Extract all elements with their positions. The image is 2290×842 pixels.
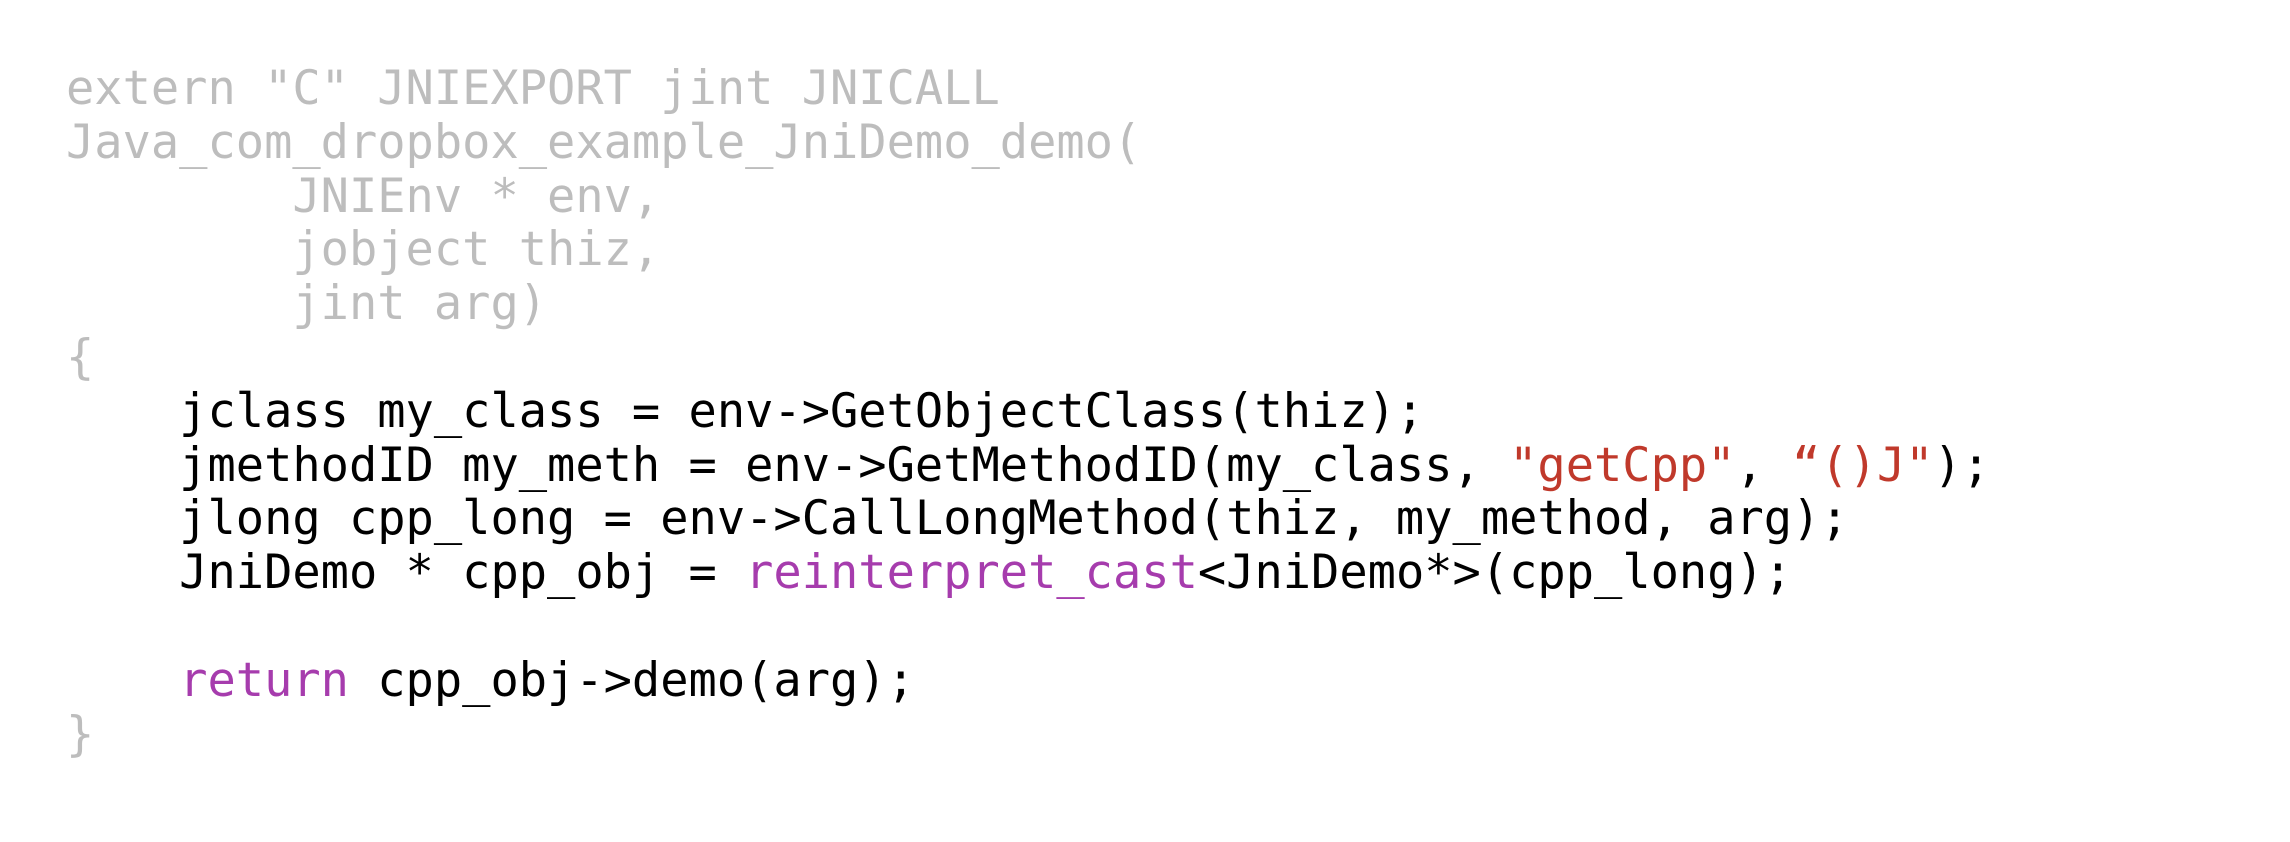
string-literal: "getCpp" [1509,437,1736,493]
code-segment: , [1735,437,1793,493]
code-snippet: extern "C" JNIEXPORT jint JNICALL Java_co… [66,62,1990,761]
keyword: reinterpret_cast [745,545,1198,601]
code-line-get-class: jclass my_class = env->GetObjectClass(th… [66,383,1425,439]
code-line-close-brace: } [66,706,95,762]
code-line-reinterpret-cast: JniDemo * cpp_obj = reinterpret_cast<Jni… [66,546,1990,600]
code-segment: JniDemo * cpp_obj = [66,545,746,601]
code-line-get-method-id: jmethodID my_meth = env->GetMethodID(my_… [66,437,1991,493]
code-segment: <JniDemo*>(cpp_long); [1197,545,1793,601]
code-line-open-brace: { [66,329,95,385]
code-segment: ); [1933,437,1991,493]
code-line-param-env: JNIEnv * env, [66,168,661,224]
code-line-return: return cpp_obj->demo(arg); [66,652,1990,708]
keyword: return [179,652,349,708]
code-segment: cpp_obj->demo(arg); [348,652,915,708]
code-line-signature-1: extern "C" JNIEXPORT jint JNICALL [66,61,1000,116]
code-line-param-thiz: jobject thiz, [66,222,661,278]
string-literal: “()J" [1792,437,1934,493]
code-line-signature-2: Java_com_dropbox_example_JniDemo_demo( [66,114,1142,170]
code-line-call-long-method: jlong cpp_long = env->CallLongMethod(thi… [66,491,1849,547]
code-segment: jmethodID my_meth = env->GetMethodID(my_… [66,437,1510,493]
code-line-param-arg: jint arg) [66,276,548,332]
